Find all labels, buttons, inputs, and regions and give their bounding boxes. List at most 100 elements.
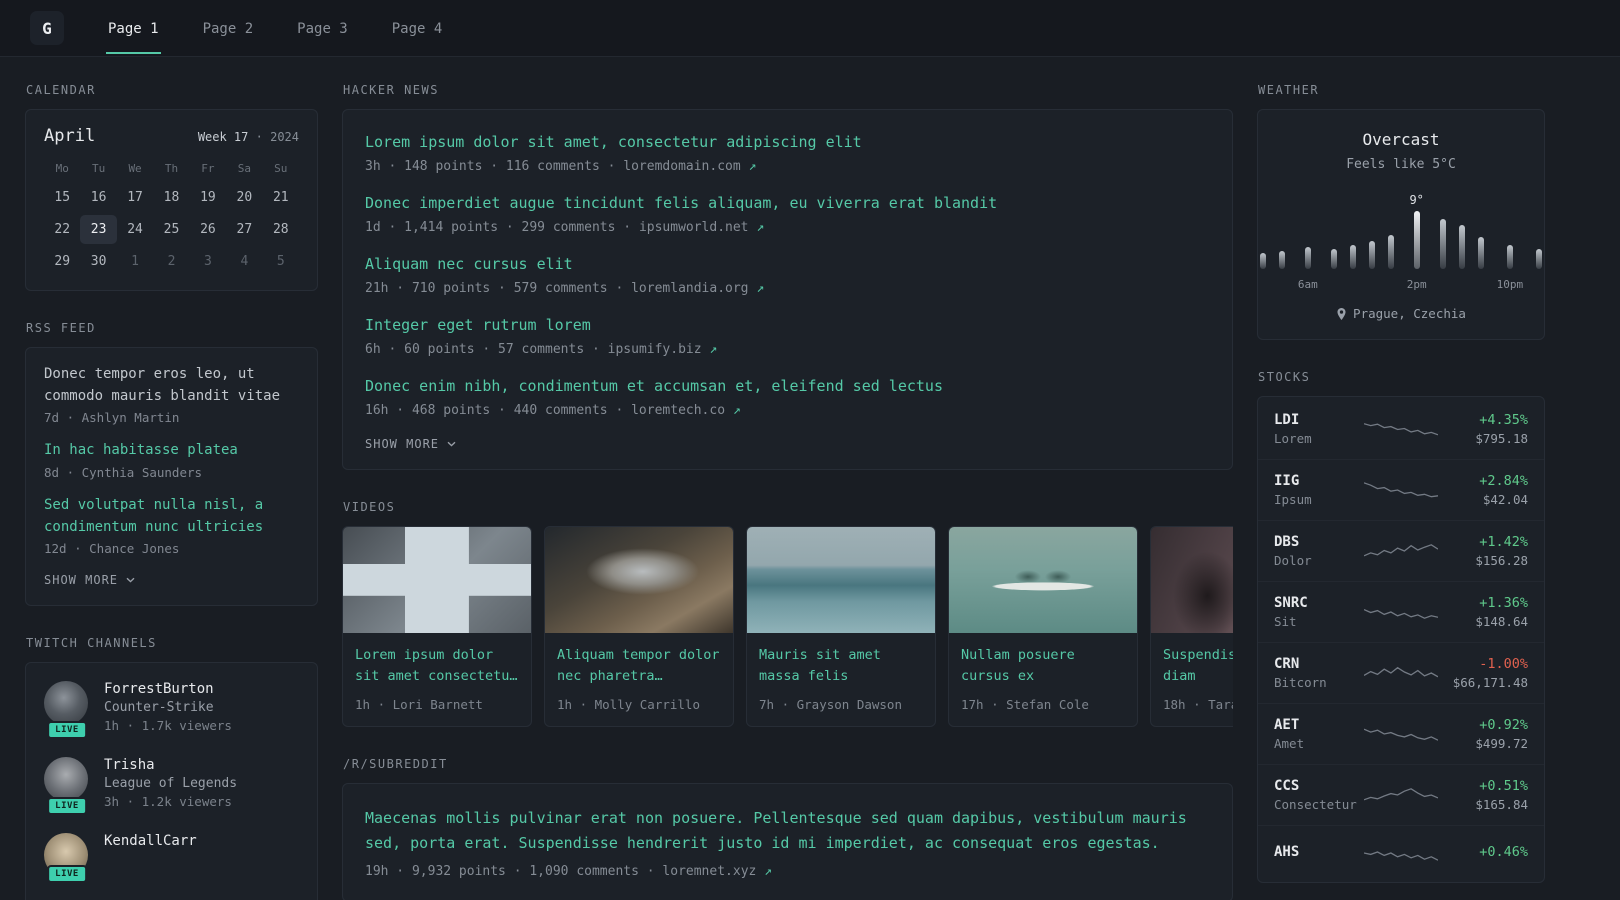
weather-widget-title: WEATHER (1258, 83, 1320, 97)
calendar-week: Week 17 (197, 130, 249, 144)
calendar-year: 2024 (270, 130, 299, 144)
stock-price: $66,171.48 (1452, 675, 1528, 690)
stock-row[interactable]: AHS +0.46% (1258, 825, 1544, 880)
twitch-channel-row[interactable]: LIVE Trisha League of Legends 3h · 1.2k … (44, 757, 299, 816)
weather-bar-column (1368, 188, 1375, 292)
hackernews-item-domain-link[interactable]: ipsumworld.net (639, 220, 749, 235)
video-thumbnail (343, 527, 531, 633)
hackernews-item-link[interactable]: Lorem ipsum dolor sit amet, consectetur … (365, 132, 1210, 153)
stock-price: $499.72 (1475, 736, 1528, 751)
page-tab-label: Page 2 (202, 20, 254, 37)
weather-bar (1259, 253, 1266, 269)
stock-sparkline-wrap (1362, 537, 1440, 565)
video-meta: 7h · Grayson Dawson (759, 696, 902, 712)
twitch-channel-info: KendallCarr (104, 833, 197, 877)
stock-values: -1.00% $66,171.48 (1440, 656, 1528, 690)
stock-symbol: SNRC (1274, 595, 1308, 611)
page-tab[interactable]: Page 4 (370, 0, 465, 56)
calendar-day: 4 (240, 254, 249, 269)
hackernews-item-link[interactable]: Donec enim nibh, condimentum et accumsan… (365, 376, 1210, 397)
twitch-channel-row[interactable]: LIVE ForrestBurton Counter-Strike 1h · 1… (44, 681, 299, 740)
calendar-dow: Th (164, 162, 179, 175)
video-card[interactable]: Lorem ipsum dolor sit amet consectetu… 1… (342, 526, 532, 727)
page-tabs: Page 1 Page 2 Page 3 Page 4 (86, 0, 464, 56)
subreddit-post-link[interactable]: Maecenas mollis pulvinar erat non posuer… (365, 806, 1210, 857)
page-tab[interactable]: Page 2 (181, 0, 276, 56)
page-tab-label: Page 3 (297, 20, 348, 37)
subreddit-widget-title: /R/SUBREDDIT (343, 756, 448, 771)
calendar-day: 1 (131, 254, 139, 269)
weather-bar (1506, 245, 1513, 269)
videos-carousel: Lorem ipsum dolor sit amet consectetu… 1… (342, 526, 1233, 727)
hackernews-show-more-button[interactable]: SHOW MORE (365, 437, 1210, 451)
stock-symbol: CRN (1274, 656, 1300, 672)
hackernews-show-more-label: SHOW MORE (365, 437, 440, 451)
rss-item-link[interactable]: In hac habitasse platea (44, 440, 299, 462)
stock-change: -1.00% (1479, 656, 1528, 672)
stock-sparkline-wrap (1362, 415, 1440, 443)
hackernews-item-domain-link[interactable]: loremtech.co (631, 403, 725, 418)
stock-sparkline-chart (1364, 851, 1438, 861)
video-card-body: Nullam posuere cursus ex 17h · Stefan Co… (949, 633, 1137, 726)
calendar-month: April (44, 126, 96, 146)
rss-item-meta: 8d · Cynthia Saunders (44, 465, 203, 481)
weather-bar-column (1330, 188, 1337, 292)
stock-row[interactable]: LDI Lorem +4.35% $795.18 (1258, 399, 1544, 459)
hackernews-item-link[interactable]: Donec imperdiet augue tincidunt felis al… (365, 193, 1210, 214)
video-card[interactable]: Suspendisse potenti diam 18h · Tara Wals… (1150, 526, 1233, 727)
weather-hourly-chart: 6am 9° 2pm 10pm (1259, 188, 1543, 292)
videos-widget-title: VIDEOS (343, 500, 396, 514)
twitch-widget: TWITCH CHANNELS LIVE ForrestBurton Count… (25, 636, 318, 900)
hackernews-item-stats: 3h · 148 points · 116 comments · (365, 159, 616, 174)
stock-change: +4.35% (1479, 412, 1528, 428)
calendar-header-row: April Week 17 · 2024 (44, 126, 299, 146)
stock-row[interactable]: SNRC Sit +1.36% $148.64 (1258, 581, 1544, 642)
twitch-avatar-wrap: LIVE (44, 681, 90, 740)
stock-sparkline-chart (1364, 788, 1438, 801)
subreddit-post-domain-link[interactable]: loremnet.xyz (662, 864, 756, 879)
rss-item-link[interactable]: Sed volutpat nulla nisl, a condimentum n… (44, 495, 299, 538)
stock-sparkline-wrap (1362, 839, 1440, 867)
stock-values: +2.84% $42.04 (1440, 473, 1528, 507)
twitch-channel-name: ForrestBurton (104, 681, 214, 698)
subreddit-widget: /R/SUBREDDIT Maecenas mollis pulvinar er… (342, 757, 1233, 900)
hackernews-item-domain-link[interactable]: loremdomain.com (623, 159, 740, 174)
stock-row[interactable]: IIG Ipsum +2.84% $42.04 (1258, 459, 1544, 520)
hackernews-item-link[interactable]: Aliquam nec cursus elit (365, 254, 1210, 275)
weather-bar (1477, 237, 1484, 269)
stock-sparkline-chart (1364, 609, 1438, 619)
hackernews-item-link[interactable]: Integer eget rutrum lorem (365, 315, 1210, 336)
stock-sparkline-wrap (1362, 720, 1440, 748)
weather-bar (1413, 211, 1420, 269)
stock-name: Dolor (1274, 553, 1312, 568)
stock-sparkline-wrap (1362, 598, 1440, 626)
page-tab[interactable]: Page 1 (86, 0, 181, 56)
calendar-card: April Week 17 · 2024 Mo Tu We Th Fr Sa Su 15 16… (25, 109, 318, 291)
weather-bar-column (1259, 188, 1266, 292)
stock-row[interactable]: CCS Consectetur +0.51% $165.84 (1258, 764, 1544, 825)
stock-row[interactable]: DBS Dolor +1.42% $156.28 (1258, 520, 1544, 581)
stock-row[interactable]: AET Amet +0.92% $499.72 (1258, 703, 1544, 764)
stock-values: +0.46% (1440, 844, 1528, 863)
video-card[interactable]: Nullam posuere cursus ex 17h · Stefan Co… (948, 526, 1138, 727)
subreddit-post-stats: 19h · 9,932 points · 1,090 comments · (365, 863, 655, 879)
videos-widget: VIDEOS Lorem ipsum dolor sit amet consec… (342, 500, 1233, 727)
twitch-channel-row[interactable]: LIVE KendallCarr (44, 833, 299, 884)
stock-identity: AET Amet (1274, 717, 1362, 751)
stock-sparkline-chart (1364, 482, 1438, 498)
hackernews-item-domain-link[interactable]: loremlandia.org (631, 281, 748, 296)
rss-widget-title: RSS FEED (26, 321, 96, 335)
rss-show-more-button[interactable]: SHOW MORE (44, 573, 299, 587)
page-tab[interactable]: Page 3 (275, 0, 370, 56)
stock-values: +1.42% $156.28 (1440, 534, 1528, 568)
weather-location-label: Prague, Czechia (1353, 306, 1466, 321)
video-card[interactable]: Mauris sit amet massa felis 7h · Grayson… (746, 526, 936, 727)
app-logo: G (30, 11, 64, 45)
hackernews-item-domain-link[interactable]: ipsumify.biz (608, 342, 702, 357)
stock-row[interactable]: CRN Bitcorn -1.00% $66,171.48 (1258, 642, 1544, 703)
page-tab-label: Page 1 (106, 3, 161, 54)
video-card-body: Suspendisse potenti diam 18h · Tara Wals… (1151, 633, 1233, 726)
weather-bar-column (1387, 188, 1394, 292)
rss-item-link[interactable]: Donec tempor eros leo, ut commodo mauris… (44, 364, 299, 407)
video-card[interactable]: Aliquam tempor dolor nec pharetra… 1h · … (544, 526, 734, 727)
